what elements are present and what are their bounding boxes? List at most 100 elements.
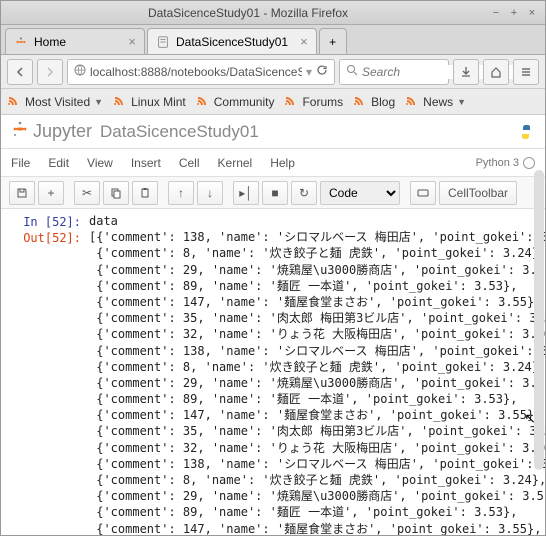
url-bar[interactable]: ▾ [67,59,335,85]
jupyter-favicon-icon [14,35,28,49]
download-icon [460,66,472,78]
kernel-status-icon [523,157,535,169]
celltoolbar-button[interactable]: CellToolbar [439,181,517,205]
cut-button[interactable]: ✂ [74,181,100,205]
bookmark-label: Forums [302,95,343,109]
maximize-button[interactable]: + [507,6,521,20]
notebook-cells-area[interactable]: In [52]: data Out[52]: [{'comment': 138,… [1,209,545,535]
notebook-name[interactable]: DataSicenceStudy01 [100,122,259,142]
save-button[interactable] [9,181,35,205]
forward-button[interactable] [37,59,63,85]
copy-icon [110,187,122,199]
run-button[interactable]: ▸│ [233,181,259,205]
tab-close-icon[interactable]: × [300,34,308,49]
rss-icon [284,95,298,109]
rss-icon [113,95,127,109]
window-titlebar: DataSicenceStudy01 - Mozilla Firefox − +… [1,1,545,25]
bookmark-item[interactable]: Community [196,95,275,109]
input-cell[interactable]: In [52]: data [11,213,535,229]
output-cell: Out[52]: [{'comment': 138, 'name': 'シロマル… [11,229,535,535]
input-code[interactable]: data [89,213,535,229]
kernel-name: Python 3 [476,157,519,169]
celltype-select[interactable]: Code [320,181,400,205]
paste-icon [139,187,151,199]
downloads-button[interactable] [453,59,479,85]
add-cell-button[interactable]: + [38,181,64,205]
tab-label: Home [34,35,66,49]
tab-label: DataSicenceStudy01 [176,35,288,49]
close-button[interactable]: × [525,6,539,20]
page-content: Jupyter DataSicenceStudy01 File Edit View I… [1,115,545,535]
menu-cell[interactable]: Cell [179,156,200,170]
bookmark-item[interactable]: News ▼ [405,95,466,109]
rss-icon [7,95,21,109]
output-prompt: Out[52]: [11,229,89,535]
dropdown-icon: ▼ [94,97,103,107]
window-title: DataSicenceStudy01 - Mozilla Firefox [7,6,489,20]
arrow-up-icon: ↑ [178,186,184,200]
bookmark-label: Linux Mint [131,95,186,109]
bookmark-label: Community [214,95,275,109]
menu-view[interactable]: View [87,156,113,170]
tab-close-icon[interactable]: × [128,34,136,49]
jupyter-toolbar: + ✂ ↑ ↓ ▸│ ■ ↻ Code CellToolbar [1,177,545,209]
output-text: [{'comment': 138, 'name': 'シロマルベース 梅田店',… [89,229,545,535]
bookmark-item[interactable]: Forums [284,95,343,109]
url-input[interactable] [90,65,302,79]
bookmark-item[interactable]: Blog [353,95,395,109]
dropdown-icon: ▼ [457,97,466,107]
plus-icon: + [47,186,54,200]
jupyter-menubar: File Edit View Insert Cell Kernel Help Python … [1,149,545,177]
jupyter-header: Jupyter DataSicenceStudy01 [1,115,545,149]
scissors-icon: ✂ [82,186,92,200]
notebook-favicon-icon [156,35,170,49]
move-down-button[interactable]: ↓ [197,181,223,205]
jupyter-logo-icon [11,120,29,143]
reload-icon[interactable] [316,64,328,79]
input-prompt: In [52]: [11,213,89,229]
bookmark-item[interactable]: Linux Mint [113,95,186,109]
dropdown-icon[interactable]: ▾ [306,65,312,79]
menu-insert[interactable]: Insert [131,156,161,170]
browser-tabstrip: Home × DataSicenceStudy01 × + [1,25,545,55]
interrupt-button[interactable]: ■ [262,181,288,205]
menu-button[interactable] [513,59,539,85]
bookmark-label: News [423,95,453,109]
search-icon [346,64,358,79]
command-palette-button[interactable] [410,181,436,205]
search-bar[interactable] [339,59,449,85]
menu-help[interactable]: Help [270,156,295,170]
menu-file[interactable]: File [11,156,30,170]
vertical-scrollbar[interactable] [534,170,544,470]
rss-icon [196,95,210,109]
python-logo-icon [517,123,535,141]
browser-tab-home[interactable]: Home × [5,28,145,54]
keyboard-icon [417,187,429,199]
save-icon [16,187,28,199]
restart-button[interactable]: ↻ [291,181,317,205]
jupyter-brand-text: Jupyter [33,121,92,142]
move-up-button[interactable]: ↑ [168,181,194,205]
kernel-indicator: Python 3 [476,157,535,169]
browser-navbar: ▾ [1,55,545,89]
menu-kernel[interactable]: Kernel [218,156,253,170]
arrow-left-icon [14,66,26,78]
step-forward-icon: ▸│ [239,186,253,200]
new-tab-button[interactable]: + [319,28,347,54]
minimize-button[interactable]: − [489,6,503,20]
menu-edit[interactable]: Edit [48,156,69,170]
home-button[interactable] [483,59,509,85]
globe-icon [74,64,86,79]
bookmark-label: Most Visited [25,95,90,109]
back-button[interactable] [7,59,33,85]
rss-icon [353,95,367,109]
stop-icon: ■ [271,186,278,200]
browser-tab-notebook[interactable]: DataSicenceStudy01 × [147,28,317,54]
jupyter-logo[interactable]: Jupyter [11,120,92,143]
bookmark-item[interactable]: Most Visited ▼ [7,95,103,109]
rss-icon [405,95,419,109]
home-icon [490,66,502,78]
copy-button[interactable] [103,181,129,205]
paste-button[interactable] [132,181,158,205]
bookmark-label: Blog [371,95,395,109]
